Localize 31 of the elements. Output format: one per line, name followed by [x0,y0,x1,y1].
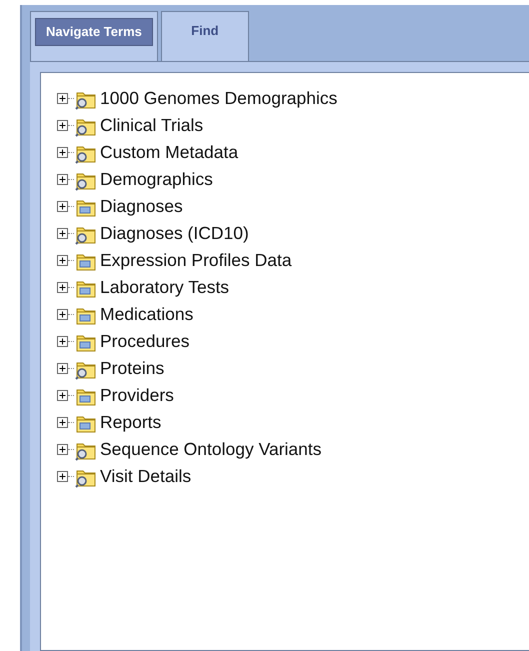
tree-item[interactable]: Medications [100,301,194,328]
tree-item[interactable]: 1000 Genomes Demographics [100,85,338,112]
tree-item[interactable]: Diagnoses [100,193,183,220]
tree-item[interactable]: Providers [100,382,174,409]
expand-icon[interactable] [57,120,68,131]
expand-icon[interactable] [57,174,68,185]
tree-item[interactable]: Visit Details [100,463,192,490]
tree-item[interactable]: Demographics [100,166,213,193]
expand-icon[interactable] [57,390,68,401]
expand-icon[interactable] [57,336,68,347]
expand-icon[interactable] [57,309,68,320]
tab[interactable]: Navigate Terms [35,18,153,46]
tree-item[interactable]: Expression Profiles Data [100,247,292,274]
expand-icon[interactable] [57,444,68,455]
tree-item[interactable]: Proteins [100,355,164,382]
expand-icon[interactable] [57,147,68,158]
tree-item[interactable]: Clinical Trials [100,112,204,139]
expand-icon[interactable] [57,471,68,482]
expand-icon[interactable] [57,282,68,293]
tree-item[interactable]: Reports [100,409,162,436]
expand-icon[interactable] [57,417,68,428]
expand-icon[interactable] [57,201,68,212]
expand-icon[interactable] [57,228,68,239]
tree-item[interactable]: Procedures [100,328,190,355]
tree-item[interactable]: Laboratory Tests [100,274,230,301]
tree-item[interactable]: Sequence Ontology Variants [100,436,322,463]
tree-item[interactable]: Custom Metadata [100,139,238,166]
tree-item[interactable]: Diagnoses (ICD10) [100,220,249,247]
expand-icon[interactable] [57,93,68,104]
expand-icon[interactable] [57,363,68,374]
expand-icon[interactable] [57,255,68,266]
